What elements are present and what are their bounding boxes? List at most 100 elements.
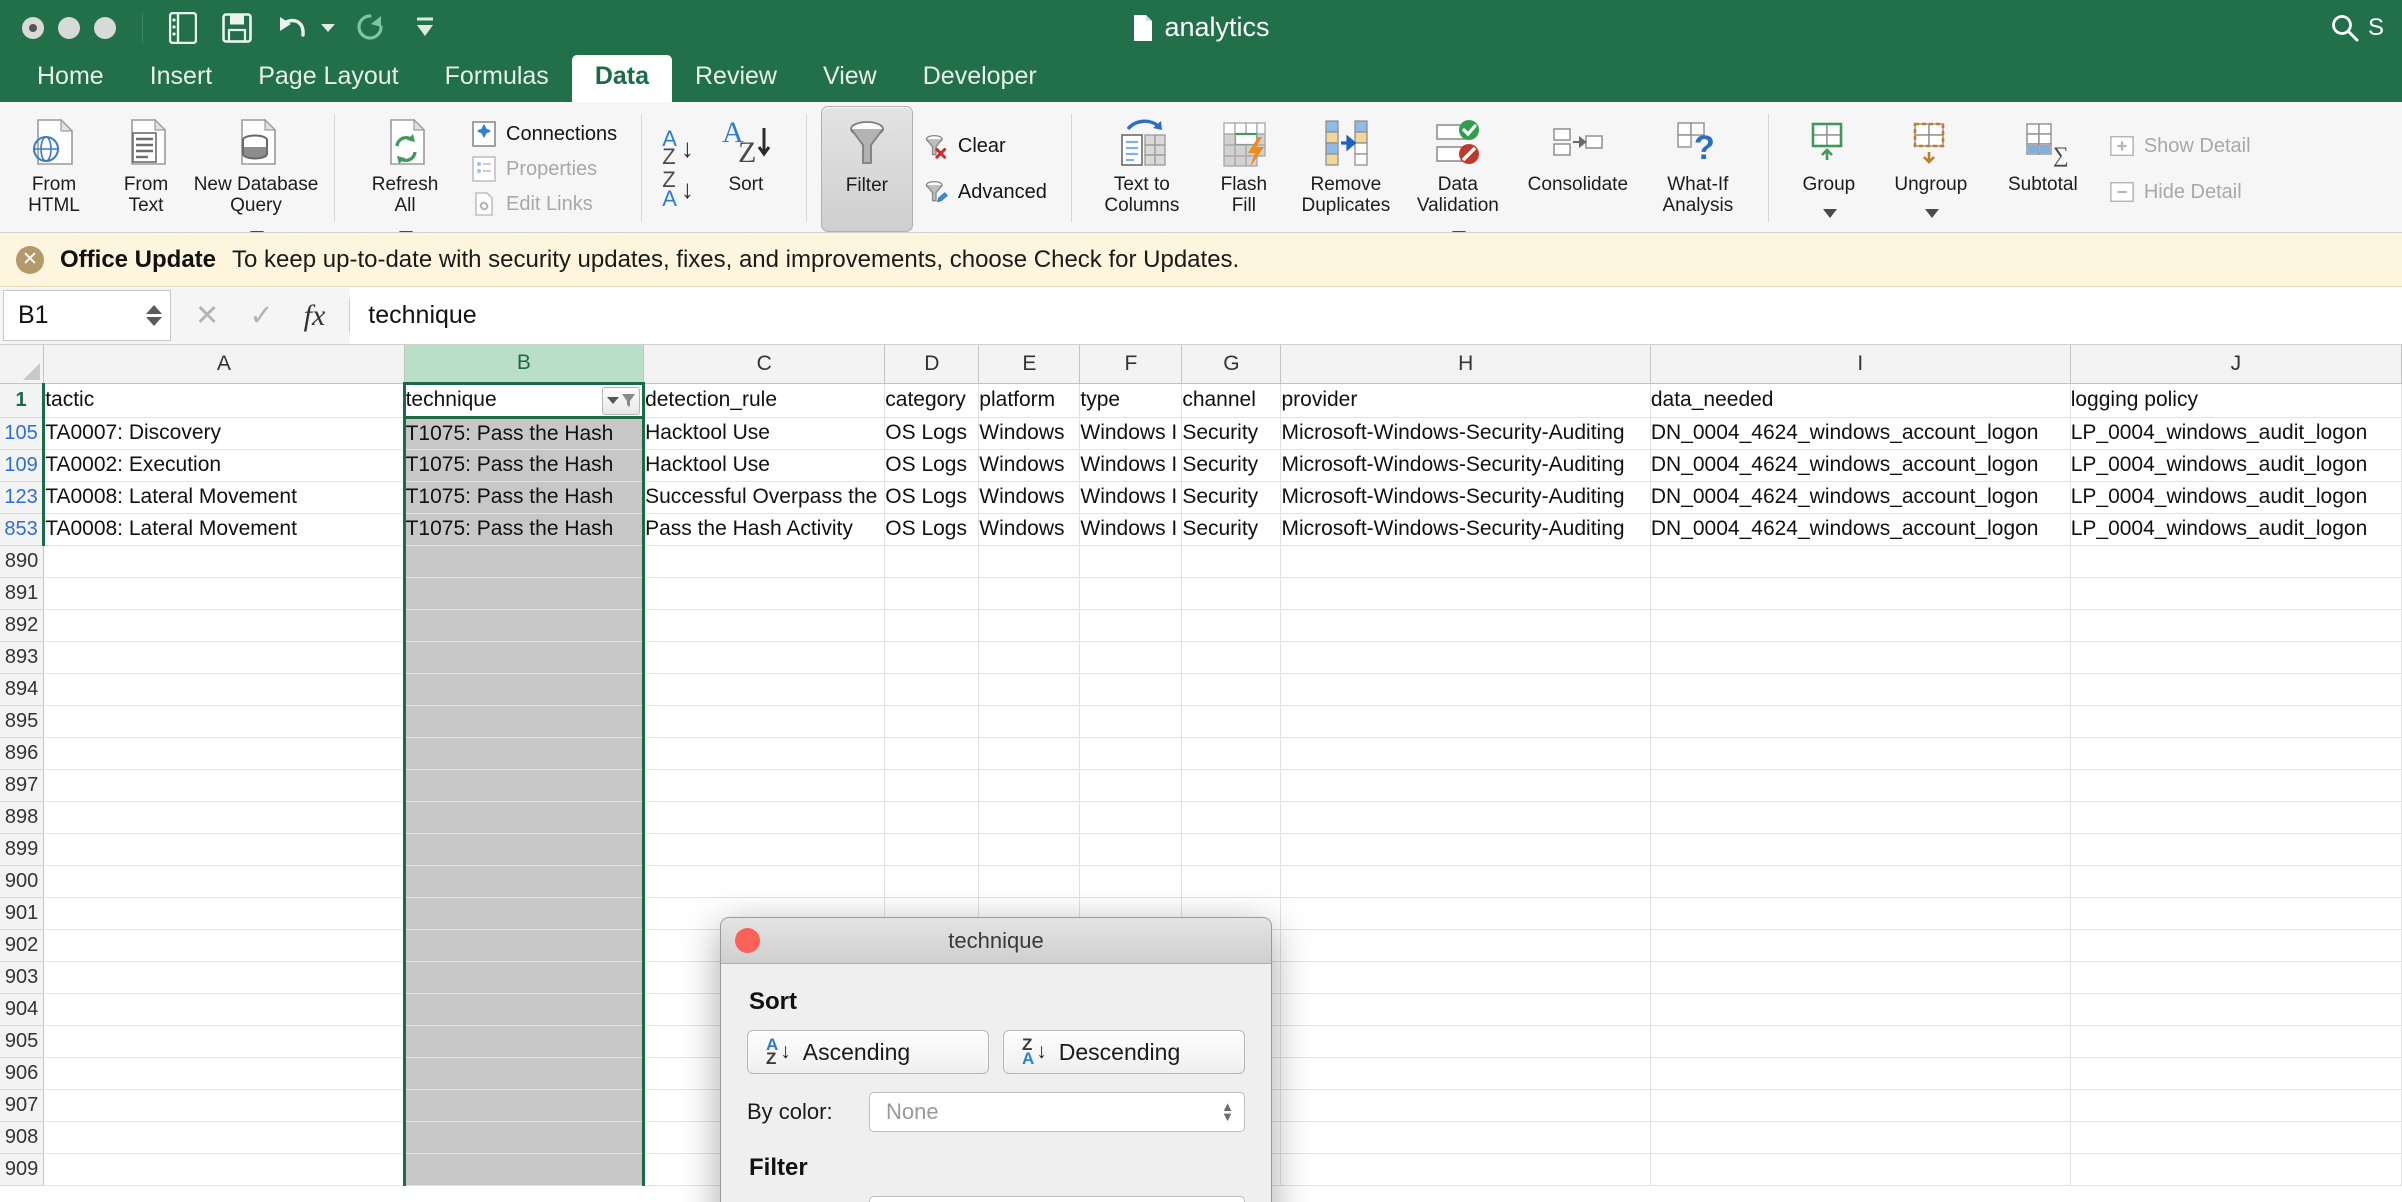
- table-cell[interactable]: [979, 865, 1080, 897]
- row-header-893[interactable]: 893: [0, 641, 44, 673]
- column-header-B[interactable]: B: [404, 345, 644, 383]
- group-dropdown-icon[interactable]: [1823, 209, 1837, 218]
- table-cell[interactable]: Security: [1182, 417, 1281, 449]
- table-cell[interactable]: [44, 833, 404, 865]
- advanced-filter-button[interactable]: Advanced: [917, 176, 1053, 208]
- table-cell[interactable]: [979, 577, 1080, 609]
- table-cell[interactable]: [1281, 833, 1650, 865]
- cell-header[interactable]: logging policy: [2070, 383, 2401, 417]
- table-cell[interactable]: [2070, 993, 2401, 1025]
- table-cell[interactable]: Hacktool Use: [644, 449, 885, 481]
- tab-review[interactable]: Review: [672, 55, 800, 102]
- table-cell[interactable]: [979, 609, 1080, 641]
- table-cell[interactable]: [644, 737, 885, 769]
- table-cell[interactable]: [404, 961, 644, 993]
- table-cell[interactable]: [404, 1057, 644, 1089]
- sort-ascending-button[interactable]: AZ ↓: [662, 130, 694, 167]
- table-cell[interactable]: [1650, 1025, 2070, 1057]
- table-cell[interactable]: [1281, 1153, 1650, 1185]
- table-cell[interactable]: [644, 801, 885, 833]
- table-cell[interactable]: [1281, 897, 1650, 929]
- table-cell[interactable]: [2070, 833, 2401, 865]
- table-cell[interactable]: Pass the Hash Activity: [644, 513, 885, 545]
- tab-data[interactable]: Data: [572, 55, 672, 102]
- table-cell[interactable]: [44, 641, 404, 673]
- table-cell[interactable]: [2070, 1057, 2401, 1089]
- window-traffic-lights[interactable]: [22, 17, 116, 39]
- name-box-stepper[interactable]: [146, 305, 162, 326]
- table-cell[interactable]: [1650, 833, 2070, 865]
- table-cell[interactable]: [44, 545, 404, 577]
- table-cell[interactable]: [979, 705, 1080, 737]
- table-cell[interactable]: [44, 993, 404, 1025]
- table-cell[interactable]: [1281, 1057, 1650, 1089]
- group-button[interactable]: Group: [1783, 106, 1875, 232]
- table-cell[interactable]: [44, 1057, 404, 1089]
- redo-icon[interactable]: [351, 8, 391, 48]
- sort-descending-button[interactable]: ZA↓ Descending: [1003, 1030, 1245, 1074]
- sort-ascending-button[interactable]: AZ↓ Ascending: [747, 1030, 989, 1074]
- table-cell[interactable]: [644, 577, 885, 609]
- table-cell[interactable]: [44, 929, 404, 961]
- row-header-891[interactable]: 891: [0, 577, 44, 609]
- flash-fill-button[interactable]: FlashFill: [1198, 106, 1290, 232]
- table-cell[interactable]: [979, 673, 1080, 705]
- row-header-1[interactable]: 1: [0, 383, 44, 417]
- table-cell[interactable]: [1650, 769, 2070, 801]
- table-cell[interactable]: [1182, 801, 1281, 833]
- table-cell[interactable]: [1080, 545, 1182, 577]
- table-cell[interactable]: [1650, 577, 2070, 609]
- table-cell[interactable]: [2070, 1089, 2401, 1121]
- column-header-G[interactable]: G: [1182, 345, 1281, 383]
- confirm-formula-icon[interactable]: ✓: [249, 298, 273, 333]
- table-cell[interactable]: Successful Overpass the: [644, 481, 885, 513]
- tab-developer[interactable]: Developer: [900, 55, 1060, 102]
- row-header-894[interactable]: 894: [0, 673, 44, 705]
- table-cell[interactable]: DN_0004_4624_windows_account_logon: [1650, 449, 2070, 481]
- tab-view[interactable]: View: [800, 55, 900, 102]
- table-cell[interactable]: OS Logs: [885, 417, 979, 449]
- table-cell[interactable]: [1182, 865, 1281, 897]
- table-cell[interactable]: [644, 865, 885, 897]
- table-cell[interactable]: [404, 1025, 644, 1057]
- table-cell[interactable]: LP_0004_windows_audit_logon: [2070, 449, 2401, 481]
- sort-button[interactable]: AZ Sort: [700, 106, 792, 232]
- filter-by-color-select[interactable]: None ▲▼: [869, 1196, 1245, 1202]
- cell-header[interactable]: detection_rule: [644, 383, 885, 417]
- from-html-button[interactable]: FromHTML: [8, 106, 100, 232]
- what-if-analysis-button[interactable]: ? What-IfAnalysis: [1642, 106, 1754, 232]
- table-cell[interactable]: [885, 865, 979, 897]
- connections-button[interactable]: Connections: [465, 118, 623, 150]
- name-box[interactable]: B1: [3, 290, 171, 341]
- close-icon[interactable]: ✕: [16, 246, 44, 274]
- table-cell[interactable]: DN_0004_4624_windows_account_logon: [1650, 417, 2070, 449]
- sort-by-color-select[interactable]: None ▲▼: [869, 1092, 1245, 1132]
- table-cell[interactable]: [2070, 961, 2401, 993]
- table-cell[interactable]: [979, 737, 1080, 769]
- row-header-898[interactable]: 898: [0, 801, 44, 833]
- table-cell[interactable]: [1281, 705, 1650, 737]
- minimize-window-button[interactable]: [58, 17, 80, 39]
- table-cell[interactable]: [2070, 929, 2401, 961]
- cell-header[interactable]: type: [1080, 383, 1182, 417]
- filter-button[interactable]: Filter: [821, 106, 913, 232]
- table-cell[interactable]: Security: [1182, 449, 1281, 481]
- tab-page-layout[interactable]: Page Layout: [235, 55, 421, 102]
- cell-B1[interactable]: technique: [404, 383, 644, 417]
- table-cell[interactable]: [979, 833, 1080, 865]
- table-cell[interactable]: [885, 577, 979, 609]
- sort-descending-button[interactable]: ZA ↓: [662, 171, 694, 208]
- cell-header[interactable]: category: [885, 383, 979, 417]
- cell-header[interactable]: platform: [979, 383, 1080, 417]
- table-cell[interactable]: [1182, 833, 1281, 865]
- table-cell[interactable]: [44, 737, 404, 769]
- table-cell[interactable]: [404, 1121, 644, 1153]
- table-cell[interactable]: [885, 609, 979, 641]
- table-cell[interactable]: [644, 833, 885, 865]
- table-cell[interactable]: [404, 897, 644, 929]
- table-cell[interactable]: Microsoft-Windows-Security-Auditing: [1281, 449, 1650, 481]
- table-cell[interactable]: OS Logs: [885, 513, 979, 545]
- table-cell[interactable]: [404, 641, 644, 673]
- table-cell[interactable]: [1080, 865, 1182, 897]
- table-cell[interactable]: [1650, 641, 2070, 673]
